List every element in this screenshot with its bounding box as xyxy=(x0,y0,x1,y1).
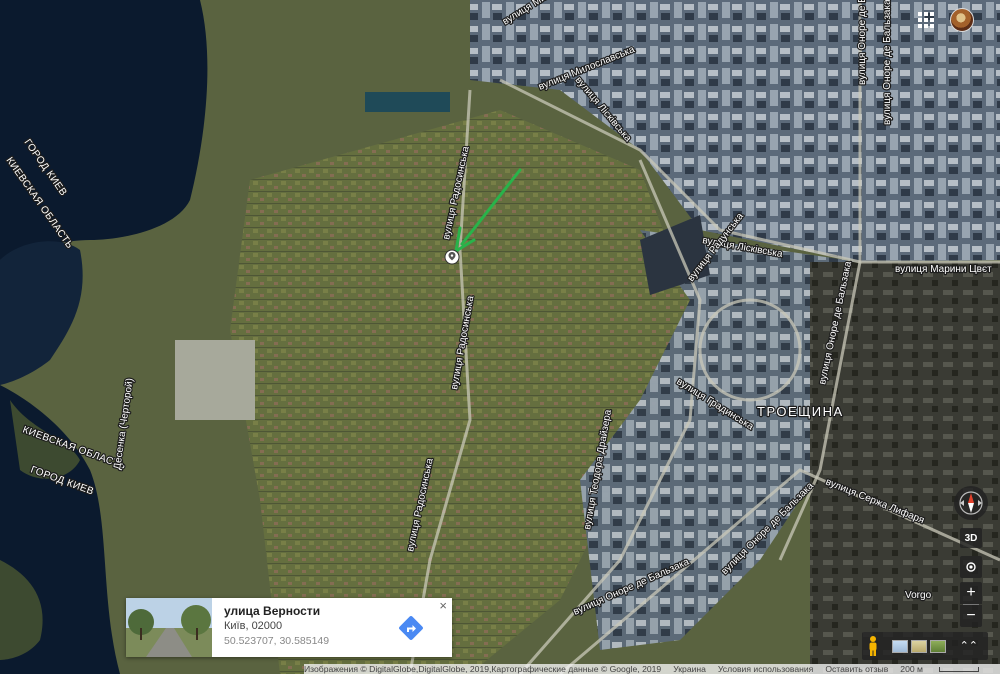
zoom-out-button[interactable]: − xyxy=(960,605,982,627)
layer-thumbnail-satellite[interactable] xyxy=(930,639,946,653)
street-marini-tsvet: вулиця Марини Цвєт xyxy=(895,264,992,275)
scale-label: 200 м xyxy=(900,664,923,674)
feedback-link[interactable]: Оставить отзыв xyxy=(825,664,888,674)
my-location-button[interactable] xyxy=(960,556,982,578)
satellite-map[interactable]: вулиця Милославська вулиця Милославська … xyxy=(0,0,1000,674)
scale-bar xyxy=(938,666,979,672)
country-link[interactable]: Украина xyxy=(673,664,706,674)
zoom-in-button[interactable]: + xyxy=(960,582,982,604)
expand-imagery-button[interactable]: ⌃⌃ xyxy=(960,641,978,652)
tilt-3d-button[interactable]: 3D xyxy=(960,528,982,548)
industrial-site xyxy=(175,340,255,420)
compass-button[interactable] xyxy=(954,486,988,520)
layer-thumbnail-map[interactable] xyxy=(911,639,927,653)
directions-icon[interactable] xyxy=(398,615,424,641)
layers-bar: ⌃⌃ xyxy=(862,632,988,660)
street-view-thumbnail[interactable] xyxy=(126,598,212,657)
place-info-card[interactable]: улица Верности Київ, 02000 50.523707, 30… xyxy=(126,598,452,657)
attribution-text: Изображения © DigitalGlobe,DigitalGlobe,… xyxy=(304,664,662,674)
layer-thumbnail-terrain[interactable] xyxy=(892,639,908,653)
pegman-icon[interactable] xyxy=(866,635,880,657)
map-footer: Изображения © DigitalGlobe,DigitalGlobe,… xyxy=(304,664,1000,674)
district-label: ТРОЕЩИНА xyxy=(757,404,844,419)
scale-indicator[interactable]: 200 м xyxy=(900,664,991,674)
street-onore-balzaka-northeast: вулиця Оноре де Бальзака xyxy=(857,0,868,85)
apps-grid-icon[interactable] xyxy=(918,12,934,28)
street-vorgo: Vorgo xyxy=(905,590,932,601)
account-avatar[interactable] xyxy=(950,8,974,32)
street-onore-balzaka-north: вулиця Оноре де Бальзака xyxy=(882,0,893,125)
close-card-button[interactable]: × xyxy=(439,599,447,613)
my-location-icon xyxy=(966,562,976,572)
terms-link[interactable]: Условия использования xyxy=(718,664,813,674)
pond xyxy=(365,92,450,112)
compass-icon xyxy=(959,491,983,515)
location-pin-icon[interactable] xyxy=(444,249,460,265)
